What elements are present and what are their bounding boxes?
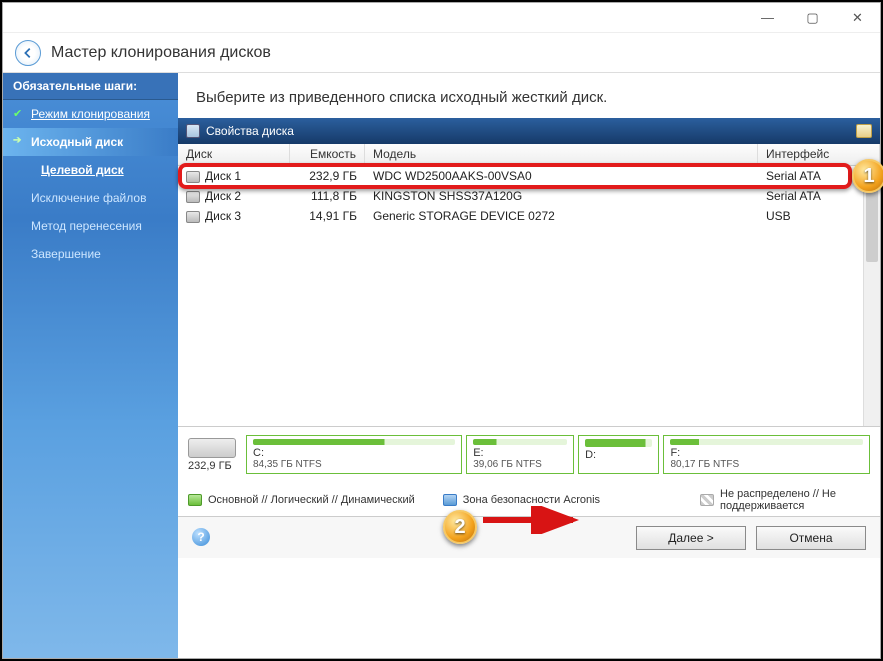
partition-c[interactable]: C: 84,35 ГБ NTFS bbox=[246, 435, 462, 474]
col-capacity[interactable]: Емкость bbox=[290, 144, 365, 165]
wizard-body: Обязательные шаги: Режим клонирования Ис… bbox=[3, 73, 880, 658]
hdd-icon bbox=[186, 191, 200, 203]
footer: ? 2 Далее > Отмена bbox=[178, 516, 880, 558]
step-transfer-method: Метод перенесения bbox=[3, 212, 178, 240]
wizard-window: — ▢ ✕ Мастер клонирования дисков Обязате… bbox=[2, 2, 881, 659]
legend-unallocated: Не распределено // Не поддерживается bbox=[720, 488, 870, 512]
main-panel: Выберите из приведенного списка исходный… bbox=[178, 73, 880, 658]
help-button[interactable]: ? bbox=[192, 528, 210, 546]
annotation-marker-2: 2 bbox=[443, 510, 477, 544]
cancel-button[interactable]: Отмена bbox=[756, 526, 866, 550]
disk-icon bbox=[186, 124, 200, 138]
back-button[interactable] bbox=[15, 40, 41, 66]
sidebar: Обязательные шаги: Режим клонирования Ис… bbox=[3, 73, 178, 658]
legend-primary: Основной // Логический // Динамический bbox=[208, 494, 415, 506]
minimize-button[interactable]: — bbox=[745, 4, 790, 32]
disk-table: Диск Емкость Модель Интерфейс 1 Диск 1 2… bbox=[178, 144, 880, 426]
scroll-thumb[interactable] bbox=[866, 182, 878, 262]
usage-bar bbox=[670, 439, 863, 445]
columns-chooser-icon[interactable] bbox=[856, 124, 872, 138]
partition-f[interactable]: F: 80,17 ГБ NTFS bbox=[663, 435, 870, 474]
legend-acronis: Зона безопасности Acronis bbox=[463, 494, 600, 506]
disk-total: 232,9 ГБ bbox=[188, 435, 242, 474]
col-disk[interactable]: Диск bbox=[178, 144, 290, 165]
legend-swatch-primary bbox=[188, 494, 202, 506]
sidebar-header: Обязательные шаги: bbox=[3, 73, 178, 100]
titlebar: — ▢ ✕ bbox=[3, 3, 880, 33]
usage-bar bbox=[585, 439, 652, 447]
vertical-scrollbar[interactable] bbox=[863, 166, 880, 426]
hdd-icon bbox=[186, 211, 200, 223]
partition-map: 232,9 ГБ C: 84,35 ГБ NTFS E: 39,06 ГБ NT… bbox=[178, 426, 880, 482]
next-button[interactable]: Далее > bbox=[636, 526, 746, 550]
hdd-icon bbox=[186, 171, 200, 183]
table-row[interactable]: 1 Диск 1 232,9 ГБ WDC WD2500AAKS-00VSA0 … bbox=[178, 166, 880, 186]
usage-bar bbox=[253, 439, 455, 445]
col-model[interactable]: Модель bbox=[365, 144, 758, 165]
legend-swatch-acronis bbox=[443, 494, 457, 506]
maximize-button[interactable]: ▢ bbox=[790, 4, 835, 32]
close-button[interactable]: ✕ bbox=[835, 4, 880, 32]
annotation-arrow-icon bbox=[478, 506, 588, 534]
table-rows: 1 Диск 1 232,9 ГБ WDC WD2500AAKS-00VSA0 … bbox=[178, 166, 880, 226]
disk-properties-bar[interactable]: Свойства диска bbox=[178, 118, 880, 144]
step-target-disk[interactable]: Целевой диск bbox=[3, 156, 178, 184]
table-row[interactable]: Диск 3 14,91 ГБ Generic STORAGE DEVICE 0… bbox=[178, 206, 880, 226]
step-source-disk[interactable]: Исходный диск bbox=[3, 128, 178, 156]
legend-swatch-unallocated bbox=[700, 494, 714, 506]
arrow-left-icon bbox=[21, 46, 35, 60]
main-heading: Выберите из приведенного списка исходный… bbox=[178, 73, 880, 118]
annotation-marker-1: 1 bbox=[852, 159, 883, 193]
usage-bar bbox=[473, 439, 567, 445]
step-finish: Завершение bbox=[3, 240, 178, 268]
partition-e[interactable]: E: 39,06 ГБ NTFS bbox=[466, 435, 574, 474]
partition-d[interactable]: D: bbox=[578, 435, 659, 474]
table-row[interactable]: Диск 2 111,8 ГБ KINGSTON SHSS37A120G Ser… bbox=[178, 186, 880, 206]
wizard-title: Мастер клонирования дисков bbox=[51, 44, 271, 62]
step-exclude-files: Исключение файлов bbox=[3, 184, 178, 212]
disk-graphic-icon bbox=[188, 438, 236, 458]
step-clone-mode[interactable]: Режим клонирования bbox=[3, 100, 178, 128]
table-header: Диск Емкость Модель Интерфейс bbox=[178, 144, 880, 166]
wizard-header: Мастер клонирования дисков bbox=[3, 33, 880, 73]
disk-properties-label: Свойства диска bbox=[206, 124, 294, 138]
